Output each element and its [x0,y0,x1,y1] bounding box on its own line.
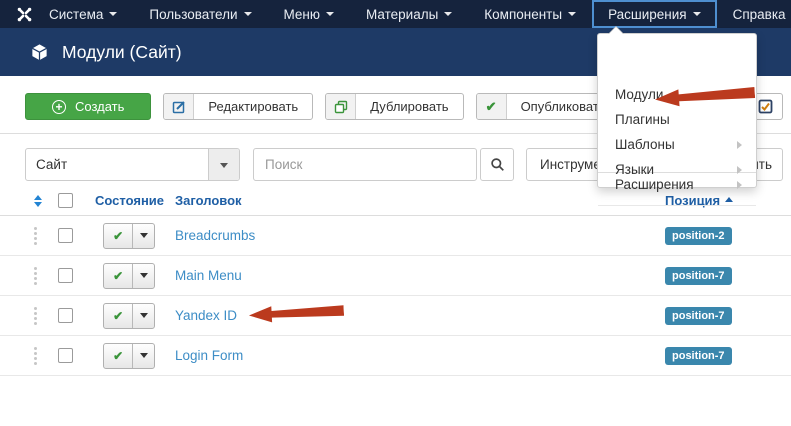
status-button-group: ✔ [103,343,155,369]
navbar-menu-label: Пользователи [149,7,237,22]
chevron-down-icon [568,12,576,20]
column-header-title[interactable]: Заголовок [175,193,665,208]
navbar-menu-item[interactable]: Компоненты [468,0,592,28]
pencil-square-icon [164,94,194,119]
duplicate-button[interactable]: Дублировать [325,93,463,120]
status-dropdown-button[interactable] [132,264,154,288]
module-title-link[interactable]: Yandex ID [175,308,237,323]
chevron-down-icon [444,12,452,20]
module-title-link[interactable]: Breadcrumbs [175,228,255,243]
edit-button-label: Редактировать [194,94,312,119]
menu-item-label: Шаблоны [615,137,675,152]
module-cube-icon [30,43,49,62]
checked-checkbox-icon [758,99,773,114]
chevron-down-icon [140,233,148,242]
chevron-down-icon [140,353,148,362]
drag-handle[interactable] [34,307,55,325]
row-checkbox[interactable] [58,348,73,363]
filter-bar: Сайт Инструменты поиска [25,148,678,181]
chevron-down-icon [693,12,701,20]
status-published-button[interactable]: ✔ [104,264,132,288]
extensions-menu-item[interactable]: Шаблоны [598,132,756,157]
table-row: ✔ Main Menu position-7 [0,256,791,296]
chevron-down-icon [109,12,117,20]
position-badge: position-7 [665,267,732,285]
create-button-label: Создать [75,99,124,114]
status-published-button[interactable]: ✔ [104,304,132,328]
module-title-link[interactable]: Login Form [175,348,243,363]
joomla-logo [0,0,33,28]
navbar-menu-label: Система [49,7,103,22]
navbar-menu-item[interactable]: Система [33,0,133,28]
client-filter-value: Сайт [26,149,208,180]
drag-handle[interactable] [34,347,55,365]
table-row: ✔ Login Form position-7 [0,336,791,376]
navbar-menu-item[interactable]: Справка [717,0,791,28]
modules-table: Состояние Заголовок Позиция ✔ Breadcrumb… [0,186,791,376]
row-checkbox[interactable] [58,268,73,283]
status-button-group: ✔ [103,263,155,289]
position-badge: position-7 [665,307,732,325]
ordering-sort-icon[interactable] [34,195,42,207]
navbar-menu-label: Компоненты [484,7,562,22]
chevron-right-icon [737,141,742,149]
drag-handle[interactable] [34,227,55,245]
navbar-menu-label: Расширения [608,7,687,22]
client-filter-select[interactable]: Сайт [25,148,240,181]
select-all-checkbox[interactable] [58,193,73,208]
status-dropdown-button[interactable] [132,304,154,328]
extensions-menu-item[interactable]: Языки [598,157,756,182]
chevron-right-icon [737,166,742,174]
navbar-menu-label: Справка [733,7,786,22]
status-dropdown-button[interactable] [132,224,154,248]
chevron-down-icon [140,273,148,282]
column-header-status[interactable]: Состояние [95,193,175,208]
module-title-link[interactable]: Main Menu [175,268,242,283]
edit-button[interactable]: Редактировать [163,93,313,120]
search-button[interactable] [480,148,514,181]
position-badge: position-2 [665,227,732,245]
menu-item-label: Плагины [615,112,670,127]
table-row: ✔ Breadcrumbs position-2 [0,216,791,256]
status-button-group: ✔ [103,303,155,329]
chevron-down-icon [244,12,252,20]
table-row: ✔ Yandex ID position-7 [0,296,791,336]
position-badge: position-7 [665,347,732,365]
search-input[interactable] [253,148,477,181]
select-caret-button[interactable] [208,149,239,180]
status-dropdown-button[interactable] [132,344,154,368]
extensions-dropdown-menu: Расширения Модули Плагины [597,33,757,188]
create-button[interactable]: + Создать [25,93,151,120]
row-checkbox[interactable] [58,308,73,323]
navbar-menu-item[interactable]: Пользователи [133,0,267,28]
extensions-menu-item[interactable]: Модули [598,82,756,107]
chevron-down-icon [326,12,334,20]
navbar-menu-label: Материалы [366,7,438,22]
status-published-button[interactable]: ✔ [104,224,132,248]
status-published-button[interactable]: ✔ [104,344,132,368]
navbar-menu-item[interactable]: Меню [268,0,351,28]
admin-navbar: Система Пользователи Меню Материалы Комп… [0,0,791,28]
dropdown-caret [609,27,623,34]
navbar-menu-label: Меню [284,7,321,22]
drag-handle[interactable] [34,267,55,285]
red-arrow-annotation [249,302,345,330]
navbar-menu-item[interactable]: Материалы [350,0,468,28]
chevron-down-icon [220,163,228,172]
duplicate-button-label: Дублировать [356,94,462,119]
row-checkbox[interactable] [58,228,73,243]
page-title: Модули (Сайт) [62,42,182,63]
copy-icon [326,94,356,119]
check-icon: ✔ [477,94,507,119]
menu-item-label: Языки [615,162,654,177]
status-button-group: ✔ [103,223,155,249]
plus-circle-icon: + [52,100,66,114]
joomla-admin-modules-page: Система Пользователи Меню Материалы Комп… [0,0,791,426]
navbar-menu-item[interactable]: Расширения [592,0,717,28]
magnifier-icon [490,157,505,172]
extensions-menu-item[interactable]: Плагины [598,107,756,132]
chevron-down-icon [140,313,148,322]
